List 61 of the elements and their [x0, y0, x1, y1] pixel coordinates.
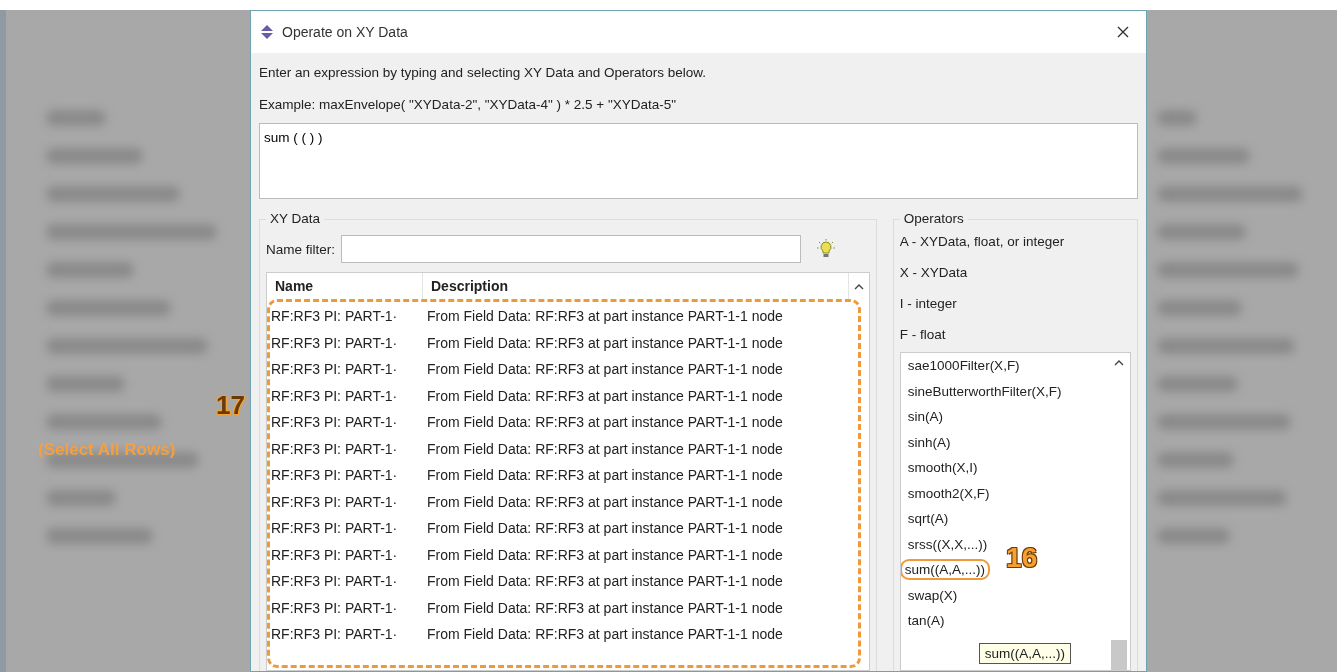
- table-cell[interactable]: From Field Data: RF:RF3 at part instance PART-1-1 node: [423, 334, 847, 351]
- list-item[interactable]: sinh(A): [904, 433, 954, 451]
- table-cell[interactable]: From Field Data: RF:RF3 at part instance PART-1-1 node: [423, 308, 847, 325]
- table-cell[interactable]: From Field Data: RF:RF3 at part instance PART-1-1 node: [423, 387, 847, 404]
- callout-number: 17: [216, 392, 245, 418]
- table-cell[interactable]: RF:RF3 PI: PART-1·: [267, 414, 423, 431]
- list-item[interactable]: smooth(X,I): [904, 459, 981, 477]
- legend-text: A - XYData, float, or integer: [899, 233, 1066, 251]
- example-text: Example: maxEnvelope( "XYData-2", "XYData-4" ) * 2.5 + "XYData-5": [259, 96, 678, 114]
- legend-text: I - integer: [899, 295, 958, 313]
- table-cell[interactable]: From Field Data: RF:RF3 at part instance PART-1-1 node: [423, 546, 847, 563]
- table-cell[interactable]: RF:RF3 PI: PART-1·: [267, 387, 423, 404]
- table-cell[interactable]: RF:RF3 PI: PART-1·: [267, 520, 423, 537]
- legend-text: F - float: [899, 326, 947, 344]
- table-cell[interactable]: RF:RF3 PI: PART-1·: [267, 626, 423, 643]
- column-header[interactable]: Description: [423, 273, 849, 299]
- table-cell[interactable]: RF:RF3 PI: PART-1·: [267, 573, 423, 590]
- list-item[interactable]: swap(X): [904, 586, 961, 604]
- name-filter-field[interactable]: [341, 235, 802, 263]
- list-item[interactable]: sin(A): [904, 408, 947, 426]
- instruction-text: Enter an expression by typing and selecting XY Data and Operators below.: [259, 64, 708, 82]
- close-icon: [1117, 26, 1129, 38]
- table-cell[interactable]: From Field Data: RF:RF3 at part instance PART-1-1 node: [423, 414, 847, 431]
- column-header[interactable]: Name: [267, 273, 423, 299]
- table-cell[interactable]: From Field Data: RF:RF3 at part instance PART-1-1 node: [423, 520, 847, 537]
- list-item[interactable]: sqrt(A): [904, 510, 952, 528]
- table-cell[interactable]: RF:RF3 PI: PART-1·: [267, 361, 423, 378]
- group-title: Operators: [899, 211, 968, 226]
- caret-up-icon: [853, 282, 864, 290]
- arrows-icon: [259, 24, 275, 40]
- window-title: Operate on XY Data: [282, 24, 408, 40]
- caret-up-icon: [1114, 359, 1124, 366]
- table-cell[interactable]: RF:RF3 PI: PART-1·: [267, 308, 423, 325]
- scrollbar-thumb[interactable]: [1111, 640, 1127, 670]
- table-cell[interactable]: RF:RF3 PI: PART-1·: [267, 493, 423, 510]
- list-item[interactable]: sineButterworthFilter(X,F): [904, 382, 1065, 400]
- lightbulb-icon: [817, 239, 836, 259]
- table-cell[interactable]: RF:RF3 PI: PART-1·: [267, 334, 423, 351]
- list-item[interactable]: sum((A,A,...)): [900, 559, 991, 581]
- table-cell[interactable]: RF:RF3 PI: PART-1·: [267, 467, 423, 484]
- callout-number: 16: [1006, 543, 1038, 572]
- list-item[interactable]: sae1000Filter(X,F): [904, 357, 1023, 375]
- group-title: XY Data: [266, 211, 325, 226]
- list-item[interactable]: tan(A): [904, 612, 948, 630]
- table-cell[interactable]: From Field Data: RF:RF3 at part instance PART-1-1 node: [423, 626, 847, 643]
- expression-field[interactable]: sum ( ( ) ): [259, 123, 1138, 199]
- table-cell[interactable]: From Field Data: RF:RF3 at part instance PART-1-1 node: [423, 493, 847, 510]
- tooltip: sum((A,A,...)): [978, 643, 1072, 664]
- table-cell[interactable]: From Field Data: RF:RF3 at part instance PART-1-1 node: [423, 361, 847, 378]
- table-cell[interactable]: From Field Data: RF:RF3 at part instance PART-1-1 node: [423, 599, 847, 616]
- legend-text: X - XYData: [899, 264, 969, 282]
- table-cell[interactable]: From Field Data: RF:RF3 at part instance PART-1-1 node: [423, 467, 847, 484]
- table-cell[interactable]: From Field Data: RF:RF3 at part instance PART-1-1 node: [423, 440, 847, 457]
- callout-caption: (Select All Rows): [38, 440, 176, 460]
- list-item[interactable]: smooth2(X,F): [904, 484, 993, 502]
- table-cell[interactable]: From Field Data: RF:RF3 at part instance PART-1-1 node: [423, 573, 847, 590]
- field-label: Name filter:: [266, 241, 336, 257]
- table-cell[interactable]: RF:RF3 PI: PART-1·: [267, 440, 423, 457]
- list-item[interactable]: srss((X,X,...)): [904, 535, 991, 553]
- table-cell[interactable]: RF:RF3 PI: PART-1·: [267, 599, 423, 616]
- table-cell[interactable]: RF:RF3 PI: PART-1·: [267, 546, 423, 563]
